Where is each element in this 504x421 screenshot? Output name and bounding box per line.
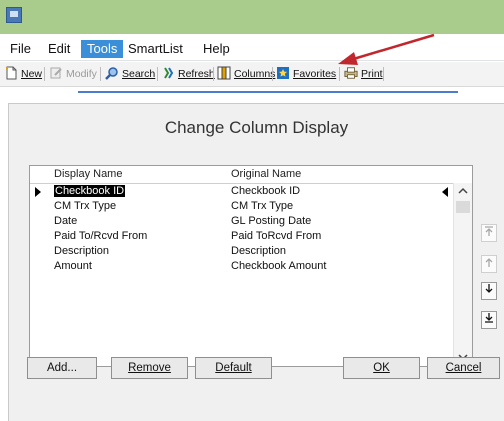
grid-header: Display Name Original Name bbox=[30, 166, 454, 184]
row-pointer-icon bbox=[35, 187, 41, 197]
menu-smartlist[interactable]: SmartList bbox=[122, 40, 189, 58]
table-row[interactable]: Description Description bbox=[30, 244, 454, 259]
original-name-cell: Checkbook Amount bbox=[231, 260, 327, 272]
toolbar-separator bbox=[44, 67, 45, 81]
menu-tools[interactable]: Tools bbox=[81, 40, 124, 58]
refresh-button[interactable]: Refresh bbox=[161, 65, 215, 83]
scroll-up-icon[interactable] bbox=[457, 185, 469, 197]
move-down-icon bbox=[485, 284, 493, 293]
refresh-label: Refresh bbox=[178, 68, 215, 80]
display-name-cell[interactable]: Paid To/Rcvd From bbox=[54, 230, 147, 242]
columns-label: Columns bbox=[234, 68, 276, 80]
search-label: Search bbox=[122, 68, 156, 80]
cancel-button[interactable]: Cancel bbox=[427, 357, 500, 379]
remove-label: Remove bbox=[128, 362, 171, 374]
window-accent-line bbox=[78, 91, 458, 93]
default-button[interactable]: Default bbox=[195, 357, 272, 379]
new-button[interactable]: New bbox=[4, 65, 42, 83]
menu-file[interactable]: File bbox=[4, 40, 37, 58]
ok-button[interactable]: OK bbox=[343, 357, 420, 379]
columns-button[interactable]: Columns bbox=[217, 65, 275, 83]
table-row[interactable]: Checkbook ID Checkbook ID bbox=[30, 184, 454, 199]
move-top-button[interactable] bbox=[481, 224, 497, 242]
modify-button[interactable]: Modify bbox=[49, 65, 97, 83]
ok-label: OK bbox=[373, 362, 390, 374]
row-pointer-left-icon bbox=[442, 187, 448, 197]
move-bottom-button[interactable] bbox=[481, 311, 497, 329]
table-row[interactable]: Amount Checkbook Amount bbox=[30, 259, 454, 274]
move-up-icon bbox=[485, 258, 493, 267]
favorites-icon bbox=[277, 67, 289, 79]
display-name-cell[interactable]: Description bbox=[54, 245, 109, 257]
toolbar-separator bbox=[157, 67, 158, 81]
modify-icon bbox=[50, 67, 62, 79]
original-name-cell: Checkbook ID bbox=[231, 185, 301, 197]
menu-help[interactable]: Help bbox=[197, 40, 236, 58]
display-name-cell[interactable]: Date bbox=[54, 215, 77, 227]
add-button[interactable]: Add... bbox=[27, 357, 97, 379]
display-name-cell[interactable]: Checkbook ID bbox=[54, 185, 126, 197]
modify-label: Modify bbox=[66, 68, 97, 80]
table-row[interactable]: Date GL Posting Date bbox=[30, 214, 454, 229]
favorites-button[interactable]: Favorites bbox=[276, 65, 336, 83]
display-name-header: Display Name bbox=[54, 168, 123, 180]
scroll-thumb[interactable] bbox=[456, 201, 470, 213]
app-icon bbox=[6, 7, 22, 23]
move-up-button[interactable] bbox=[481, 255, 497, 273]
default-label: Default bbox=[215, 362, 252, 374]
search-button[interactable]: Search bbox=[105, 65, 155, 83]
display-name-cell[interactable]: Amount bbox=[54, 260, 92, 272]
move-down-button[interactable] bbox=[481, 282, 497, 300]
columns-icon bbox=[217, 66, 231, 80]
menu-edit[interactable]: Edit bbox=[42, 40, 76, 58]
annotation-arrow-icon bbox=[338, 33, 435, 65]
original-name-cell: CM Trx Type bbox=[231, 200, 294, 212]
cancel-label: Cancel bbox=[445, 362, 482, 374]
toolbar-separator bbox=[100, 67, 101, 81]
refresh-icon bbox=[164, 67, 174, 79]
title-bar bbox=[0, 0, 504, 34]
toolbar-separator bbox=[213, 67, 214, 81]
remove-button[interactable]: Remove bbox=[111, 357, 188, 379]
columns-grid: Display Name Original Name Checkbook ID … bbox=[29, 165, 473, 367]
original-name-cell: GL Posting Date bbox=[231, 215, 312, 227]
move-top-icon bbox=[485, 226, 493, 236]
dialog-title: Change Column Display bbox=[164, 118, 349, 137]
move-bottom-icon bbox=[485, 313, 493, 323]
new-document-icon bbox=[6, 66, 17, 80]
table-row[interactable]: Paid To/Rcvd From Paid ToRcvd From bbox=[30, 229, 454, 244]
grid-scrollbar[interactable] bbox=[453, 183, 472, 366]
original-name-cell: Description bbox=[231, 245, 287, 257]
original-name-cell: Paid ToRcvd From bbox=[231, 230, 322, 242]
display-name-cell[interactable]: CM Trx Type bbox=[54, 200, 116, 212]
table-row[interactable]: CM Trx Type CM Trx Type bbox=[30, 199, 454, 214]
toolbar-separator bbox=[272, 67, 273, 81]
original-name-header: Original Name bbox=[231, 168, 302, 180]
new-label: New bbox=[21, 68, 43, 80]
search-icon bbox=[105, 67, 118, 80]
